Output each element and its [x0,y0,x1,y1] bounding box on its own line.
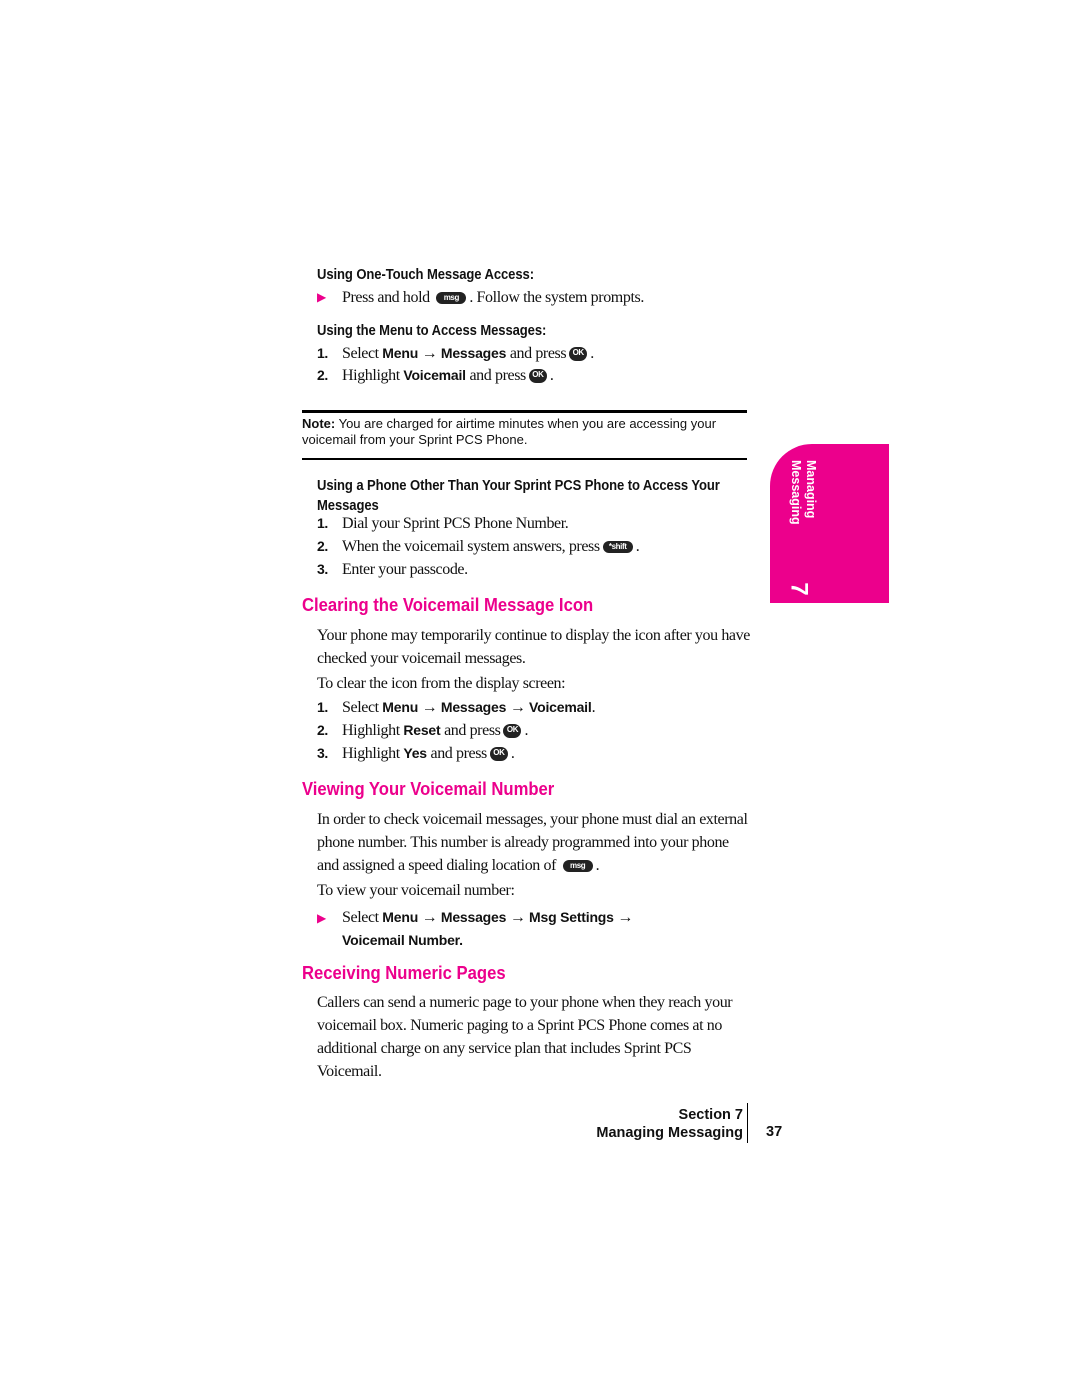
footer-section: Section 7 Managing Messaging [596,1107,743,1141]
note: Note: You are charged for airtime minute… [302,416,717,447]
star-shift-key-icon: *shift [602,541,633,554]
subheading-other-phone: Using a Phone Other Than Your Sprint PCS… [317,478,720,514]
step-item: 2. Highlight Voicemail and press OK. [317,367,554,384]
ok-key-icon: OK [503,724,522,739]
divider [302,410,747,413]
subheading-one-touch: Using One-Touch Message Access: [317,267,534,283]
paragraph: Your phone may temporarily continue to d… [317,627,750,667]
message-key-icon: msg [436,292,467,305]
manual-page: Using One-Touch Message Access: ▶ Press a… [0,0,1080,1397]
step-item: 3. Enter your passcode. [317,561,468,578]
paragraph: To clear the icon from the display scree… [317,675,566,692]
footer-divider [747,1103,748,1143]
ok-key-icon: OK [569,347,588,362]
bullet-icon: ▶ [317,911,326,925]
chapter-tab-number: 7 [785,582,813,596]
subheading-menu-access: Using the Menu to Access Messages: [317,323,547,339]
bullet-icon: ▶ [317,290,326,304]
page-number: 37 [766,1124,783,1140]
divider [302,458,747,460]
chapter-tab-label: Managing Messaging [789,460,818,525]
section-title-receiving: Receiving Numeric Pages [302,962,506,983]
section-title-viewing: Viewing Your Voicemail Number [302,778,555,799]
step-item: 2. When the voicemail system answers, pre… [317,538,640,555]
step-item: 1. Select Menu → Messages and press OK. [317,345,594,362]
ok-key-icon: OK [489,747,508,762]
ok-key-icon: OK [528,369,547,384]
bullet-item: ▶ Press and hold msg. Follow the system p… [317,289,644,306]
step-item: 1. Dial your Sprint PCS Phone Number. [317,515,569,532]
step-item: 2. Highlight Reset and press OK. [317,722,529,739]
paragraph: To view your voicemail number: [317,882,515,899]
paragraph: In order to check voicemail messages, yo… [317,811,748,874]
step-item: 3. Highlight Yes and press OK. [317,745,515,762]
step-item: 1. Select Menu → Messages → Voicemail. [317,699,596,716]
paragraph: Callers can send a numeric page to your … [317,994,733,1080]
section-title-clearing: Clearing the Voicemail Message Icon [302,594,594,615]
message-key-icon: msg [562,860,593,873]
bullet-item: ▶ Select Menu → Messages → Msg Settings →… [317,909,633,948]
